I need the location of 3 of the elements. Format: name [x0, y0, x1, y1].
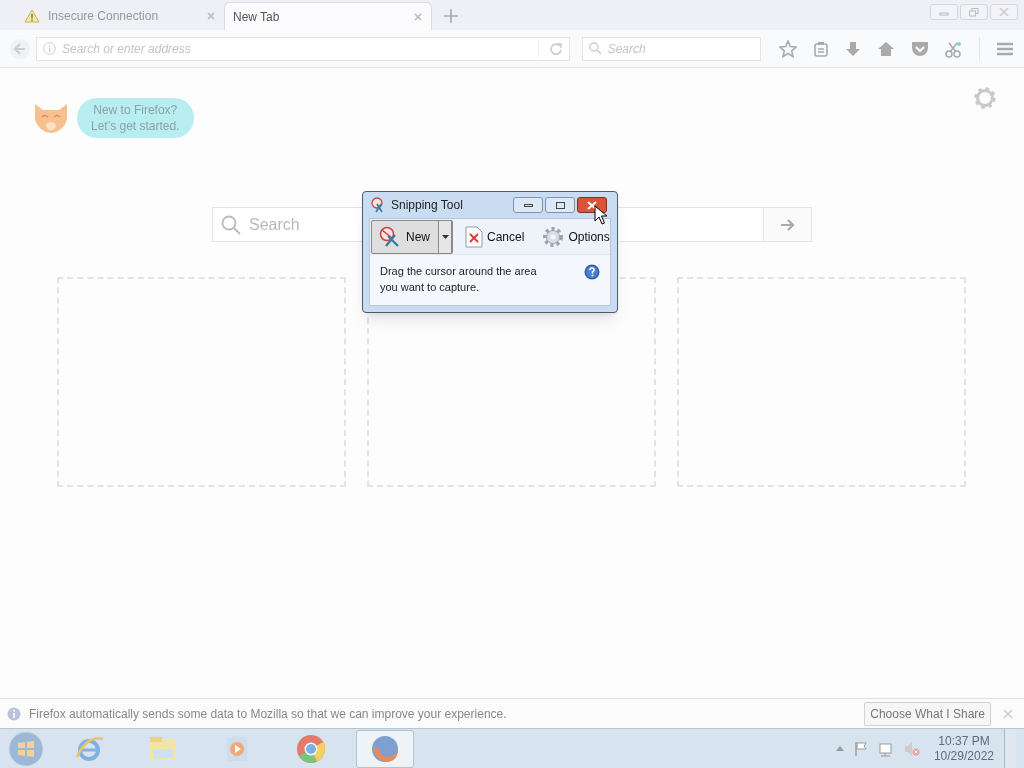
window-title: Snipping Tool	[391, 197, 464, 214]
notification-text: Firefox automatically sends some data to Mozilla so that we can improve your experience.	[29, 705, 508, 723]
instruction-text: Drag the cursor around the area you want to capture.	[380, 264, 538, 295]
